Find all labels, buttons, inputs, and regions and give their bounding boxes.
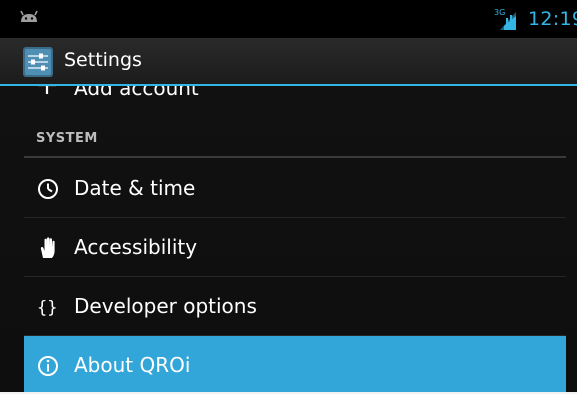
page-title: Settings — [64, 49, 142, 71]
plus-icon — [38, 86, 56, 94]
signal-bars-icon — [500, 12, 516, 30]
list-item-developer-options[interactable]: {} Developer options — [24, 277, 566, 336]
list-item-label: About QROi — [74, 353, 191, 377]
clock-icon — [38, 179, 58, 199]
list-item-date-time[interactable]: Date & time — [24, 159, 566, 218]
settings-list[interactable]: Add account SYSTEM Date & time Accessibi… — [0, 86, 577, 394]
list-item-about-qroi[interactable]: About QROi — [24, 336, 566, 394]
svg-text:{}: {} — [37, 298, 57, 318]
status-clock: 12:19 — [528, 8, 577, 30]
list-item-label: Date & time — [74, 176, 196, 200]
android-robot-icon[interactable] — [18, 9, 40, 25]
section-header-label: SYSTEM — [36, 131, 98, 146]
settings-sliders-icon[interactable] — [22, 46, 54, 78]
list-item-label: Add account — [74, 86, 199, 100]
hand-icon — [40, 237, 55, 258]
action-bar: Settings — [0, 38, 577, 86]
status-bar: 3G 12:19 — [0, 0, 577, 38]
info-icon — [38, 356, 58, 376]
list-item-add-account[interactable]: Add account — [0, 86, 577, 104]
list-item-accessibility[interactable]: Accessibility — [24, 218, 566, 277]
signal-indicator: 3G — [494, 8, 518, 32]
list-item-label: Accessibility — [74, 235, 198, 259]
section-header-system: SYSTEM — [24, 114, 566, 158]
settings-screen: 3G 12:19 Settings — [0, 0, 577, 394]
list-item-label: Developer options — [74, 294, 257, 318]
braces-icon: {} — [37, 298, 57, 318]
